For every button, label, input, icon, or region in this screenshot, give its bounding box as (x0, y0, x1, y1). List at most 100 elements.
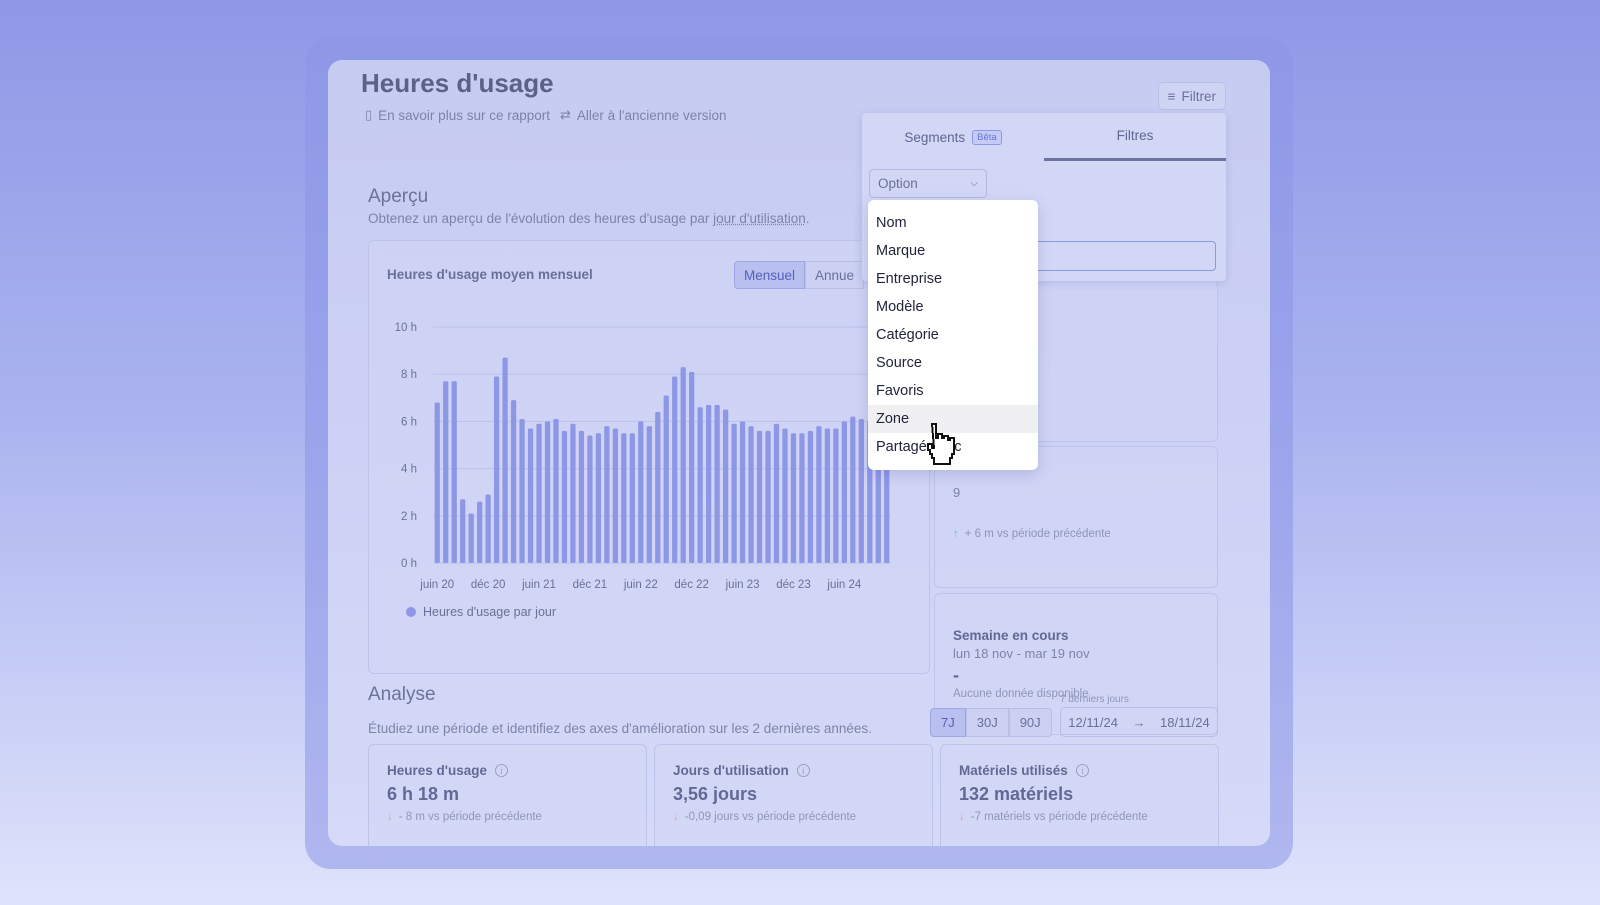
x-tick-label: déc 23 (776, 579, 811, 591)
dropdown-item-nom[interactable]: Nom (868, 209, 1038, 237)
bar[interactable] (621, 433, 627, 563)
bar[interactable] (612, 428, 618, 563)
period-7j[interactable]: 7J (930, 708, 966, 737)
stat-card-2-note: + 6 m vs période précédente (964, 528, 1111, 540)
bar[interactable] (468, 513, 474, 563)
bar[interactable] (434, 402, 440, 563)
kpi-card-usage-days: Jours d'utilisation i 3,56 jours ↓ -0,09 j… (654, 744, 933, 846)
bar[interactable] (485, 494, 491, 563)
kpi-equipment-header: Matériels utilisés i (959, 763, 1200, 778)
bar[interactable] (714, 404, 720, 563)
bar[interactable] (477, 501, 483, 563)
tab-filters[interactable]: Filtres (1044, 113, 1226, 161)
y-tick-label: 10 h (395, 322, 417, 334)
x-tick-label: juin 23 (725, 579, 760, 591)
bar[interactable] (570, 423, 576, 563)
bar[interactable] (460, 499, 466, 563)
bar[interactable] (799, 433, 805, 563)
period-30j[interactable]: 30J (965, 708, 1009, 737)
legend-dot (406, 607, 416, 617)
y-tick-label: 4 h (401, 464, 417, 476)
bar[interactable] (824, 428, 831, 563)
kpi-usage-days-note: -0,09 jours vs période précédente (684, 811, 857, 823)
bar[interactable] (731, 423, 737, 563)
bar[interactable] (697, 407, 703, 563)
bar[interactable] (841, 421, 847, 563)
bar[interactable] (689, 371, 695, 563)
x-tick-label: juin 24 (826, 579, 861, 591)
old-version-link[interactable]: ⇄ Aller à l'ancienne version (560, 107, 727, 123)
info-icon[interactable]: i (796, 764, 810, 777)
bar[interactable] (629, 433, 635, 563)
bar[interactable] (587, 435, 593, 563)
bar[interactable] (655, 411, 661, 563)
filter-panel-tabs: Segments Bêta Filtres (862, 113, 1226, 161)
bar[interactable] (816, 426, 822, 563)
kpi-card-usage-hours: Heures d'usage i 6 h 18 m ↓ - 8 m vs pério… (368, 744, 647, 846)
current-week-title: Semaine en cours (953, 628, 1069, 643)
period-90j[interactable]: 90J (1008, 708, 1052, 737)
bar[interactable] (706, 404, 712, 563)
dropdown-item-favoris[interactable]: Favoris (868, 377, 1038, 405)
bar[interactable] (672, 376, 678, 563)
bar[interactable] (493, 376, 500, 563)
down-arrow-icon: ↓ (673, 811, 679, 823)
bar[interactable] (782, 428, 788, 563)
bar[interactable] (663, 395, 669, 563)
bar[interactable] (773, 423, 780, 563)
bar[interactable] (578, 430, 585, 563)
dropdown-item-categorie[interactable]: Catégorie (868, 321, 1038, 349)
bar[interactable] (680, 367, 686, 563)
bar[interactable] (527, 428, 534, 563)
bar[interactable] (502, 357, 508, 563)
bar[interactable] (553, 419, 559, 563)
tab-segments[interactable]: Segments Bêta (862, 113, 1044, 161)
filter-icon: ≡ (1167, 88, 1176, 104)
bar[interactable] (604, 426, 610, 563)
bar[interactable] (519, 419, 525, 563)
bar[interactable] (790, 433, 797, 563)
current-week-date: lun 18 nov - mar 19 nov (953, 646, 1090, 661)
date-to: 18/11/24 (1160, 714, 1210, 730)
info-icon[interactable]: i (495, 764, 508, 777)
bar[interactable] (722, 409, 729, 563)
bar-chart: 0 h 2 h 4 h 6 h 8 h 10 h juin 20 déc 20 juin 21 d… (395, 322, 891, 591)
bar[interactable] (748, 426, 754, 563)
learn-more-link[interactable]: ▯ En savoir plus sur ce rapport (365, 107, 550, 123)
info-icon[interactable]: i (1075, 764, 1089, 777)
overview-subtitle: Obtenez un aperçu de l'évolution des heu… (368, 211, 810, 226)
dropdown-item-modele[interactable]: Modèle (868, 293, 1038, 321)
dropdown-item-source[interactable]: Source (868, 349, 1038, 377)
header-links: ▯ En savoir plus sur ce rapport ⇄ Aller … (365, 107, 727, 123)
bar[interactable] (739, 421, 746, 563)
filter-button[interactable]: ≡ Filtrer (1157, 82, 1226, 110)
bar[interactable] (544, 421, 551, 563)
bar[interactable] (443, 381, 449, 563)
dropdown-item-entreprise[interactable]: Entreprise (868, 265, 1038, 293)
bar[interactable] (451, 381, 457, 563)
bar[interactable] (765, 430, 771, 563)
x-tick-label: déc 22 (674, 579, 709, 591)
bar[interactable] (833, 428, 839, 563)
bar[interactable] (858, 419, 864, 563)
bar[interactable] (561, 430, 568, 563)
overview-subtitle-end: . (805, 211, 810, 226)
usage-day-link[interactable]: jour d'utilisation (713, 211, 806, 226)
option-select[interactable]: Option ⌵ (869, 169, 987, 198)
bar[interactable] (756, 430, 763, 563)
bar[interactable] (850, 416, 856, 563)
bar[interactable] (510, 400, 517, 563)
toggle-yearly[interactable]: Annue (805, 261, 865, 289)
bar[interactable] (595, 433, 602, 563)
overview-subtitle-text: Obtenez un aperçu de l'évolution des heu… (368, 211, 714, 226)
y-tick-label: 8 h (401, 369, 417, 381)
bar[interactable] (638, 421, 644, 563)
date-range-picker[interactable]: 12/11/24 → 18/11/24 (1060, 707, 1218, 737)
toggle-monthly[interactable]: Mensuel (734, 261, 806, 289)
dropdown-item-marque[interactable]: Marque (868, 237, 1038, 265)
x-tick-label: juin 20 (419, 579, 454, 591)
bar[interactable] (807, 430, 814, 563)
chart-legend: Heures d'usage par jour (406, 605, 556, 619)
bar[interactable] (646, 426, 652, 563)
bar[interactable] (536, 423, 542, 563)
